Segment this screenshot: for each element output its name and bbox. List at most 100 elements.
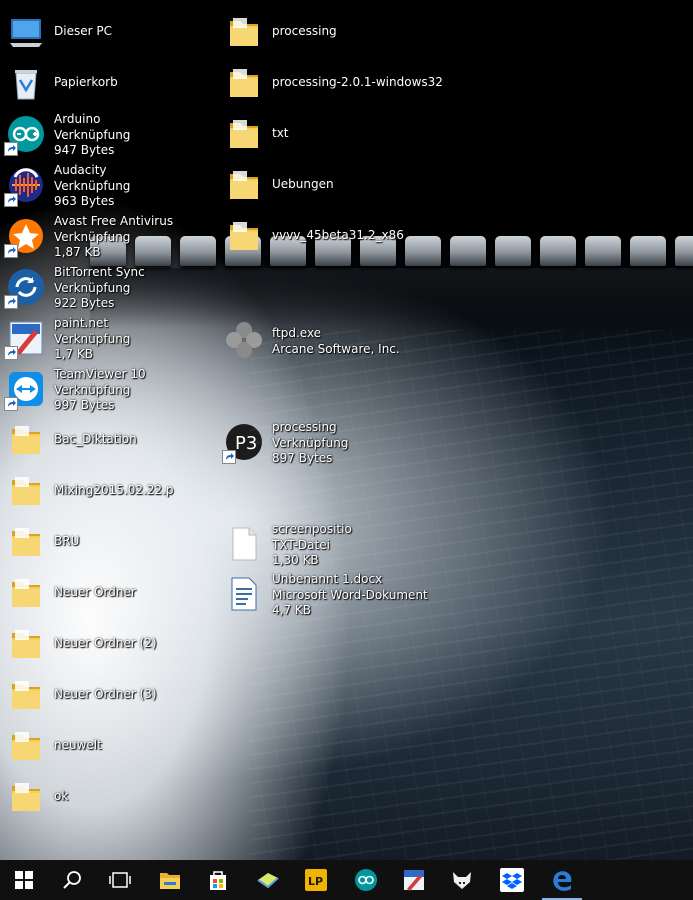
desktop-icon-label: Avast Free Antivirus Verknüpfung 1,87 KB — [54, 214, 224, 261]
file-explorer-button[interactable] — [146, 860, 194, 900]
store-button[interactable] — [194, 860, 242, 900]
taskbar: LP — [0, 860, 693, 900]
desktop-icon-txt-folder[interactable]: txt — [220, 108, 430, 158]
icon-detail: Verknüpfung — [54, 229, 131, 244]
desktop-icon-label: Uebungen — [272, 177, 442, 193]
desktop-icon-paint-net[interactable]: paint.net Verknüpfung 1,7 KB — [2, 312, 212, 362]
desktop-icon-label: Neuer Ordner — [54, 585, 224, 601]
desktop-icon-folder-6[interactable]: Neuer Ordner (3) — [2, 669, 212, 719]
icon-name: Avast Free Antivirus — [54, 214, 174, 228]
dropbox-icon — [500, 868, 524, 892]
desktop-icon-arduino[interactable]: Arduino Verknüpfung 947 Bytes — [2, 108, 212, 158]
icon-name: Neuer Ordner (3) — [54, 687, 157, 701]
windows-icon — [15, 871, 33, 889]
desktop-icon-folder-7[interactable]: neuwelt — [2, 720, 212, 770]
icon-name: processing-2.0.1-windows32 — [272, 75, 443, 89]
sticky-app-button[interactable] — [244, 860, 292, 900]
wallpaper-seat — [540, 236, 576, 266]
lp-icon: LP — [305, 869, 327, 891]
icon-name: BitTorrent Sync — [54, 265, 145, 279]
shortcut-arrow-icon — [4, 142, 18, 156]
shortcut-arrow-icon — [4, 295, 18, 309]
desktop-icon-teamviewer[interactable]: TeamViewer 10 Verknüpfung 997 Bytes — [2, 363, 212, 413]
edge-icon — [550, 868, 574, 892]
word-document-icon — [224, 574, 264, 614]
icon-name: Neuer Ordner (2) — [54, 636, 157, 650]
desktop-icon-uebungen-folder[interactable]: Uebungen — [220, 159, 430, 209]
lp-app-button[interactable]: LP — [292, 860, 340, 900]
desktop-icon-label: Bac_Diktation — [54, 432, 224, 448]
folder-icon — [6, 522, 46, 562]
desktop-icon-ftpd[interactable]: ftpd.exe Arcane Software, Inc. — [220, 314, 430, 364]
shortcut-arrow-icon — [4, 397, 18, 411]
icon-name: Audacity — [54, 163, 107, 177]
file-explorer-icon — [159, 870, 181, 890]
desktop-icon-label: processing Verknüpfung 897 Bytes — [272, 420, 442, 467]
desktop-icon-bittorrent-sync[interactable]: BitTorrent Sync Verknüpfung 922 Bytes — [2, 261, 212, 311]
icon-detail: Arcane Software, Inc. — [272, 341, 400, 356]
icon-name: Arduino — [54, 112, 101, 126]
icon-name: Uebungen — [272, 177, 334, 191]
icon-name: BRU — [54, 534, 80, 548]
folder-icon — [6, 726, 46, 766]
desktop-icon-avast[interactable]: Avast Free Antivirus Verknüpfung 1,87 KB — [2, 210, 212, 260]
icon-name: screenpositio — [272, 522, 352, 536]
desktop-icon-label: Neuer Ordner (2) — [54, 636, 224, 652]
wallpaper-seat — [585, 236, 621, 266]
icon-name: vvvv_45beta31.2_x86 — [272, 228, 404, 242]
folder-icon — [6, 420, 46, 460]
desktop-icon-label: BRU — [54, 534, 224, 550]
note-icon — [256, 870, 280, 890]
icon-name: neuwelt — [54, 738, 102, 752]
icon-detail: Verknüpfung — [54, 280, 131, 295]
edge-button[interactable] — [538, 860, 586, 900]
desktop-icon-processing-shortcut[interactable]: P3 processing Verknüpfung 897 Bytes — [220, 416, 430, 466]
svg-text:P3: P3 — [235, 433, 257, 454]
fox-app-button[interactable] — [438, 860, 486, 900]
icon-detail: TXT-Datei — [272, 537, 330, 552]
task-view-button[interactable] — [96, 860, 144, 900]
icon-detail: 1,7 KB — [54, 347, 93, 361]
icon-detail: Verknüpfung — [54, 382, 131, 397]
desktop-icon-audacity[interactable]: Audacity Verknüpfung 963 Bytes — [2, 159, 212, 209]
desktop-icon-text-file[interactable]: screenpositio TXT-Datei 1,30 KB — [220, 518, 430, 568]
desktop-icon-folder-3[interactable]: BRU — [2, 516, 212, 566]
icon-name: paint.net — [54, 316, 109, 330]
desktop-icon-papierkorb[interactable]: Papierkorb — [2, 57, 212, 107]
search-button[interactable] — [48, 860, 96, 900]
desktop-icon-folder-1[interactable]: Bac_Diktation — [2, 414, 212, 464]
folder-icon — [6, 777, 46, 817]
start-button[interactable] — [0, 860, 48, 900]
desktop-icon-processing-windows32-folder[interactable]: processing-2.0.1-windows32 — [220, 57, 443, 107]
desktop-icon-folder-5[interactable]: Neuer Ordner (2) — [2, 618, 212, 668]
desktop-icon-word-document[interactable]: Unbenannt 1.docx Microsoft Word-Dokument 4… — [220, 568, 430, 618]
desktop-icon-label: txt — [272, 126, 442, 142]
desktop-icon-processing-folder[interactable]: processing — [220, 6, 430, 56]
ftpd-icon — [224, 320, 264, 360]
recycle-bin-icon — [6, 63, 46, 103]
shortcut-arrow-icon — [222, 450, 236, 464]
desktop-icon-folder-4[interactable]: Neuer Ordner — [2, 567, 212, 617]
desktop-icon-label: ftpd.exe Arcane Software, Inc. — [272, 326, 442, 357]
icon-detail: Verknüpfung — [54, 127, 131, 142]
desktop-icon-dieser-pc[interactable]: Dieser PC — [2, 6, 212, 56]
desktop-icon-label: Arduino Verknüpfung 947 Bytes — [54, 112, 224, 159]
paint-net-button[interactable] — [390, 860, 438, 900]
dropbox-button[interactable] — [488, 860, 536, 900]
arduino-button[interactable] — [342, 860, 390, 900]
task-view-icon — [109, 871, 131, 889]
shortcut-arrow-icon — [4, 193, 18, 207]
desktop-icon-label: Dieser PC — [54, 24, 224, 40]
wallpaper-seat — [675, 236, 693, 266]
arduino-icon — [354, 868, 378, 892]
icon-detail: Microsoft Word-Dokument — [272, 587, 428, 602]
search-icon — [62, 870, 82, 890]
computer-icon — [6, 12, 46, 52]
desktop-icon-vvvv-folder[interactable]: vvvv_45beta31.2_x86 — [220, 210, 430, 260]
desktop-icon-folder-8[interactable]: ok — [2, 771, 212, 821]
desktop-background: Dieser PC Papierkorb Arduino Verknüpfung 947… — [0, 0, 693, 860]
desktop-icon-label: Audacity Verknüpfung 963 Bytes — [54, 163, 224, 210]
desktop-icon-folder-2[interactable]: Mixing2015.02.22.p — [2, 465, 212, 515]
wallpaper-seat — [630, 236, 666, 266]
icon-name: Neuer Ordner — [54, 585, 136, 599]
